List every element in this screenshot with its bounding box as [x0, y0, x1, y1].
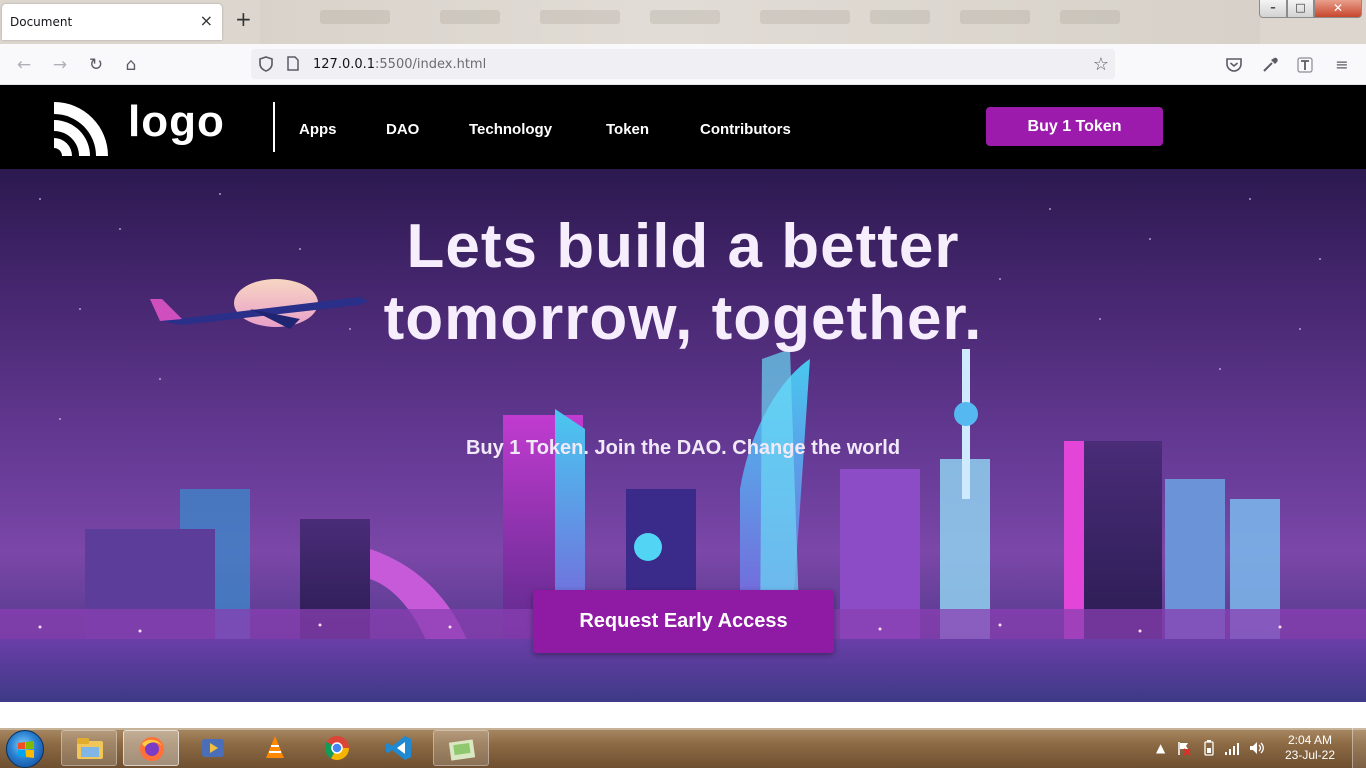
background-tab[interactable] [960, 10, 1030, 24]
url-text[interactable]: 127.0.0.1:5500/index.html [313, 57, 486, 72]
nav-link-dao[interactable]: DAO [386, 121, 419, 138]
maximize-icon: □ [1295, 1, 1306, 14]
firefox-icon [140, 737, 164, 761]
new-tab-button[interactable]: + [235, 9, 252, 29]
active-tab[interactable]: Document × [2, 4, 222, 40]
back-arrow-icon[interactable]: ← [13, 54, 35, 76]
taskbar-file-explorer[interactable] [61, 730, 117, 766]
file-explorer-icon [77, 738, 103, 759]
browser-tab-bar: Document × + – □ ✕ [0, 0, 1366, 44]
logo-text[interactable]: logo [128, 97, 225, 147]
background-tab[interactable] [540, 10, 620, 24]
web-page: logo Apps DAO Technology Token Contribut… [0, 85, 1366, 728]
volume-icon[interactable] [1248, 740, 1266, 756]
hero-title-line-2: tomorrow, together. [383, 284, 983, 353]
hero-section: Lets build a better tomorrow, together. … [0, 169, 1366, 702]
address-bar[interactable]: 127.0.0.1:5500/index.html ☆ [251, 49, 1115, 79]
background-tab[interactable] [440, 10, 500, 24]
taskbar-vlc[interactable] [247, 730, 303, 766]
taskbar-app[interactable] [433, 730, 489, 766]
vscode-icon [386, 736, 411, 760]
browser-toolbar: ← → ↻ ⌂ 127.0.0.1:5500/index.html ☆ ≡ [0, 44, 1366, 85]
media-player-icon [202, 739, 224, 757]
forward-arrow-icon[interactable]: → [49, 54, 71, 76]
bookmark-star-icon[interactable]: ☆ [1093, 54, 1109, 75]
tracking-shield-icon[interactable] [259, 56, 273, 72]
windows-taskbar: ▲ 2:04 AM 23-Jul-22 [0, 728, 1366, 768]
nav-link-technology[interactable]: Technology [469, 121, 552, 138]
reload-icon[interactable]: ↻ [85, 54, 107, 76]
clock-date: 23-Jul-22 [1284, 748, 1336, 762]
background-tab[interactable] [1060, 10, 1120, 24]
nav-link-token[interactable]: Token [606, 121, 649, 138]
taskbar-chrome[interactable] [309, 730, 365, 766]
show-hidden-icons-icon[interactable]: ▲ [1156, 741, 1165, 755]
buy-token-button[interactable]: Buy 1 Token [986, 107, 1163, 146]
taskbar-media-player[interactable] [185, 730, 241, 766]
vlc-icon [266, 736, 284, 758]
taskbar-vscode[interactable] [371, 730, 427, 766]
network-signal-icon[interactable] [1224, 740, 1240, 756]
app-icon [448, 739, 476, 761]
show-desktop-button[interactable] [1352, 728, 1366, 768]
background-tab[interactable] [320, 10, 390, 24]
background-tab[interactable] [760, 10, 850, 24]
close-tab-icon[interactable]: × [200, 11, 213, 30]
url-host: 127.0.0.1 [313, 57, 376, 72]
request-early-access-button[interactable]: Request Early Access [533, 590, 834, 653]
action-center-flag-icon[interactable] [1176, 740, 1192, 756]
background-tab[interactable] [650, 10, 720, 24]
maximize-window-button[interactable]: □ [1287, 0, 1314, 18]
hamburger-menu-icon[interactable]: ≡ [1330, 53, 1354, 77]
url-path: :5500/index.html [375, 57, 487, 72]
nav-link-apps[interactable]: Apps [299, 121, 337, 138]
nav-link-contributors[interactable]: Contributors [700, 121, 791, 138]
close-icon: ✕ [1332, 1, 1344, 15]
minimize-icon: – [1270, 1, 1276, 14]
text-extension-icon[interactable] [1293, 53, 1317, 77]
logo-feed-icon[interactable] [54, 98, 112, 156]
eyedropper-extension-icon[interactable] [1258, 53, 1282, 77]
site-header: logo Apps DAO Technology Token Contribut… [0, 85, 1366, 169]
background-tab[interactable] [870, 10, 930, 24]
hero-subtitle: Buy 1 Token. Join the DAO. Change the wo… [465, 437, 901, 459]
windows-logo-icon [18, 741, 34, 758]
system-clock[interactable]: 2:04 AM 23-Jul-22 [1278, 733, 1342, 763]
taskbar-firefox[interactable] [123, 730, 179, 766]
chrome-icon [324, 736, 349, 761]
close-window-button[interactable]: ✕ [1314, 0, 1362, 18]
header-divider [273, 102, 275, 152]
pocket-icon[interactable] [1222, 53, 1246, 77]
hero-title-line-1: Lets build a better [406, 212, 960, 281]
battery-icon[interactable] [1202, 740, 1216, 756]
home-icon[interactable]: ⌂ [120, 54, 142, 76]
start-button[interactable] [6, 730, 44, 768]
minimize-window-button[interactable]: – [1259, 0, 1287, 18]
page-info-icon[interactable] [287, 56, 299, 71]
clock-time: 2:04 AM [1287, 733, 1333, 747]
tab-title: Document [10, 15, 73, 29]
